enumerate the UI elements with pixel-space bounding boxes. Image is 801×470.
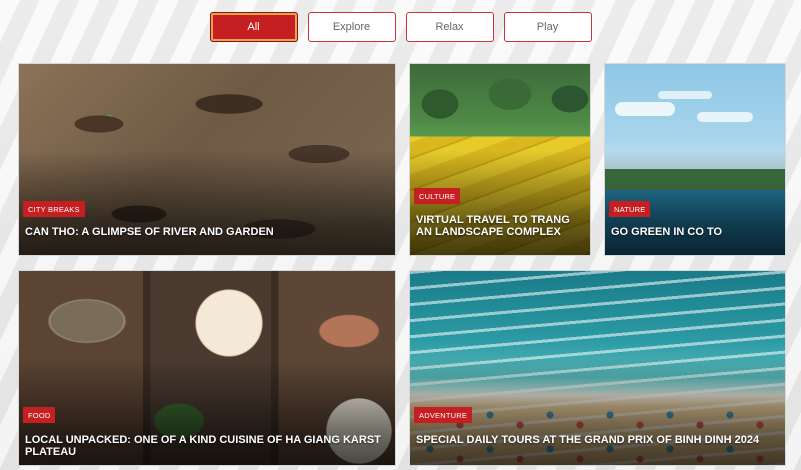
card-title: VIRTUAL TRAVEL TO TRANG AN LANDSCAPE COM… (416, 214, 570, 238)
category-tag: CITY BREAKS (23, 201, 85, 217)
filter-play-button[interactable]: Play (503, 12, 592, 42)
card-ha-giang-cuisine[interactable]: FOOD LOCAL UNPACKED: ONE OF A KIND CUISI… (18, 270, 396, 466)
card-title: LOCAL UNPACKED: ONE OF A KIND CUISINE OF… (25, 434, 381, 458)
card-binh-dinh[interactable]: ADVENTURE SPECIAL DAILY TOURS AT THE GRA… (409, 270, 786, 466)
card-trang-an[interactable]: CULTURE VIRTUAL TRAVEL TO TRANG AN LANDS… (409, 63, 591, 256)
category-tag: ADVENTURE (414, 407, 473, 423)
filter-all-button[interactable]: All (209, 12, 298, 42)
card-can-tho[interactable]: CITY BREAKS CAN THO: A GLIMPSE OF RIVER … (18, 63, 396, 256)
filter-explore-button[interactable]: Explore (307, 12, 396, 42)
category-tag: CULTURE (414, 188, 461, 204)
category-tag: NATURE (609, 201, 651, 217)
card-title: CAN THO: A GLIMPSE OF RIVER AND GARDEN (25, 226, 274, 238)
filter-bar: All Explore Relax Play (0, 12, 801, 42)
filter-relax-button[interactable]: Relax (405, 12, 494, 42)
card-co-to[interactable]: NATURE GO GREEN IN CO TO (604, 63, 786, 256)
category-tag: FOOD (23, 407, 56, 423)
card-title: GO GREEN IN CO TO (611, 226, 723, 238)
card-title: SPECIAL DAILY TOURS AT THE GRAND PRIX OF… (416, 434, 760, 446)
